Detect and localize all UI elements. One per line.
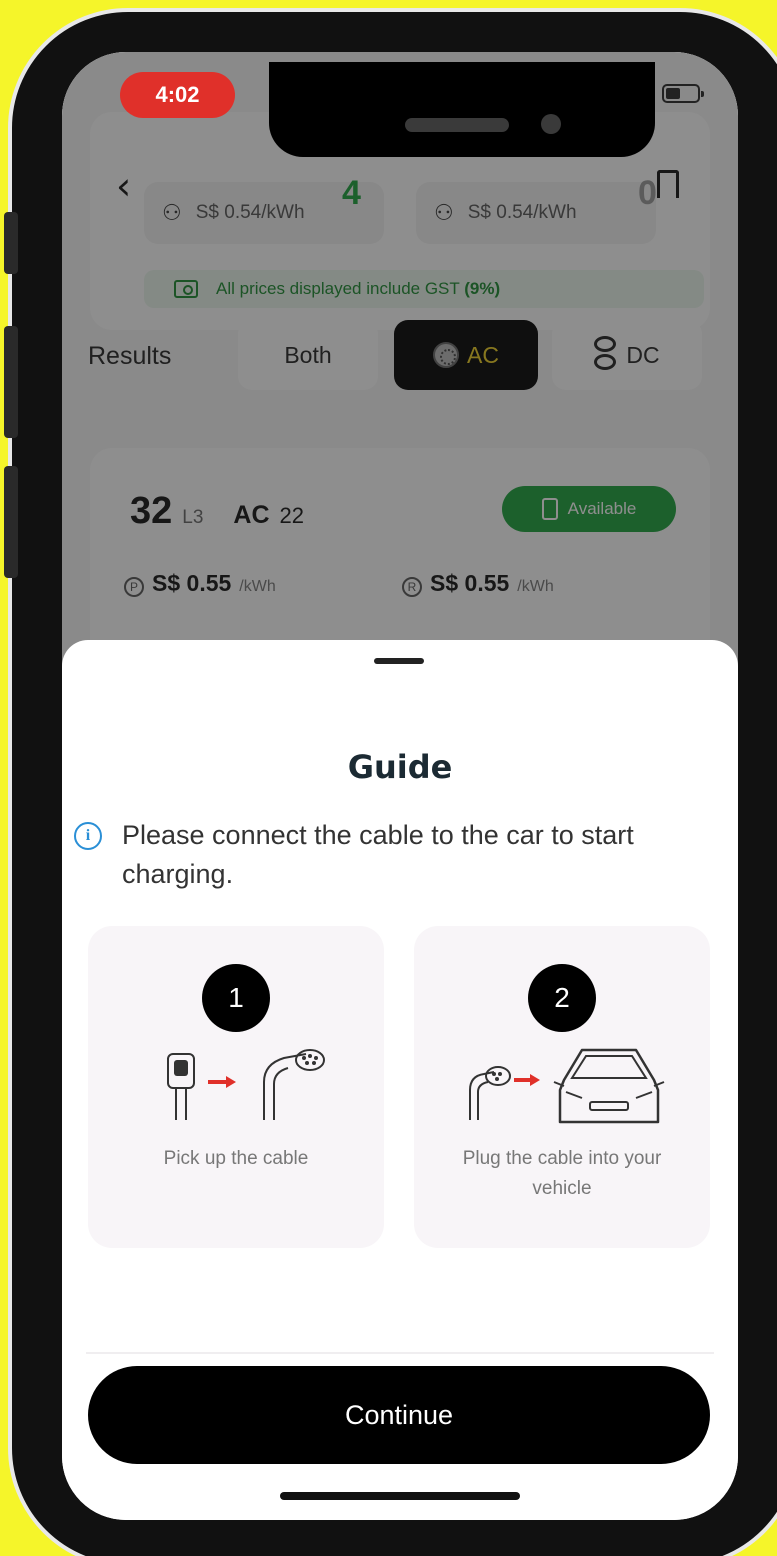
mute-switch	[4, 212, 18, 274]
speaker	[405, 118, 509, 132]
guide-bottom-sheet: Guide i Please connect the cable to the …	[62, 640, 738, 1520]
cable-pickup-icon	[167, 1049, 325, 1120]
volume-down-button	[4, 466, 18, 578]
step-number: 1	[202, 964, 270, 1032]
step-card-2: 2 Plug the cable into your vehicle	[414, 926, 710, 1248]
camera-notch	[269, 62, 655, 157]
plug-into-car-icon	[469, 1048, 665, 1124]
guide-info-text: Please connect the cable to the car to s…	[122, 820, 634, 889]
step-text: Pick up the cable	[163, 1148, 309, 1169]
sheet-title: Guide	[347, 748, 453, 786]
phone-screen: ⚇ S$ 0.54/kWh 4 ⚇ S$ 0.54/kWh 0 All pric…	[62, 52, 738, 1520]
divider	[86, 1352, 714, 1354]
front-camera	[541, 114, 561, 134]
step-text: Plug the cable into your vehicle	[462, 1148, 662, 1199]
home-indicator[interactable]	[280, 1492, 520, 1500]
status-time: 4:02	[120, 72, 235, 118]
guide-info: i Please connect the cable to the car to…	[74, 816, 724, 894]
step-card-1: 1 Pick up the cable	[88, 926, 384, 1248]
sheet-grabber[interactable]	[374, 658, 424, 664]
volume-up-button	[4, 326, 18, 438]
continue-button[interactable]: Continue	[88, 1366, 710, 1464]
step-number: 2	[528, 964, 596, 1032]
info-icon: i	[74, 822, 102, 850]
battery-icon	[662, 84, 704, 103]
